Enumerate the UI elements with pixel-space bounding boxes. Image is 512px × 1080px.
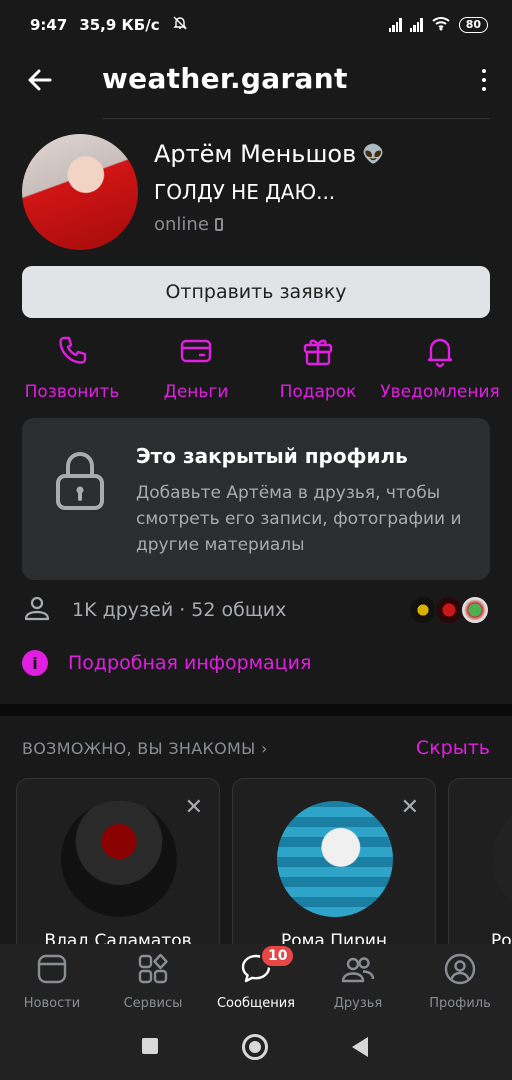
tab-services[interactable]: Сервисы (103, 952, 203, 1011)
info-icon: i (22, 650, 48, 676)
tab-news-label: Новости (23, 996, 81, 1011)
back-icon[interactable] (352, 1037, 368, 1057)
detailed-info-link[interactable]: i Подробная информация (22, 650, 311, 676)
pymk-card[interactable]: ✕ Влад Саламатов (16, 778, 220, 944)
status-bar: 9:47 35,9 КБ/с 80 (0, 0, 512, 50)
avatar[interactable] (22, 134, 138, 250)
bottom-tab-bar: Новости Сервисы Сообщения 10 Друзья Проф… (0, 944, 512, 1020)
money-icon (179, 334, 213, 372)
services-icon (136, 952, 170, 990)
lock-icon (54, 448, 106, 512)
section-divider (0, 704, 512, 716)
more-vertical-icon[interactable] (478, 64, 490, 96)
status-time: 9:47 (30, 16, 68, 34)
mutual-friends-avatars[interactable] (408, 595, 490, 625)
private-profile-card: Это закрытый профиль Добавьте Артёма в д… (22, 418, 490, 580)
gift-label: Подарок (279, 382, 357, 402)
pymk-card-name: Ро (491, 931, 512, 944)
arrow-left-icon[interactable] (24, 64, 56, 96)
private-profile-title: Это закрытый профиль (136, 444, 408, 468)
profile-icon (443, 952, 477, 990)
tab-news[interactable]: Новости (2, 952, 102, 1011)
wifi-icon (431, 15, 451, 35)
notifications-label: Уведомления (380, 382, 500, 402)
gift-button[interactable]: Подарок (268, 334, 368, 402)
pymk-header: ВОЗМОЖНО, ВЫ ЗНАКОМЫ › Скрыть (22, 736, 490, 760)
friends-row[interactable]: 1K друзей · 52 общих (22, 594, 490, 626)
private-profile-text: Добавьте Артёма в друзья, чтобы смотреть… (136, 483, 462, 555)
avatar (277, 801, 393, 917)
tab-profile[interactable]: Профиль (410, 952, 510, 1011)
profile-actions: Позвонить Деньги Подарок Уведомления (0, 334, 512, 406)
mobile-icon (214, 218, 223, 231)
battery-icon: 80 (458, 17, 488, 33)
header-divider (102, 118, 490, 119)
pymk-cards: ✕ Влад Саламатов ✕ Рома Пирин Ро (0, 778, 512, 944)
friends-icon (341, 952, 375, 990)
tab-messages-label: Сообщения (216, 996, 295, 1011)
status-speed: 35,9 КБ/с (79, 16, 160, 34)
hide-button[interactable]: Скрыть (416, 737, 490, 759)
mute-icon (172, 15, 188, 35)
chevron-right-icon: › (260, 738, 268, 758)
money-label: Деньги (163, 382, 229, 402)
unread-badge: 10 (260, 944, 296, 968)
profile-name: Артём Меньшов 👽 (154, 140, 385, 168)
close-icon[interactable]: ✕ (401, 795, 419, 820)
pymk-card[interactable]: ✕ Рома Пирин (232, 778, 436, 944)
friends-count: 1K друзей · 52 общих (72, 599, 287, 621)
tab-profile-label: Профиль (429, 996, 491, 1011)
page-title: weather.garant (102, 62, 348, 95)
tab-services-label: Сервисы (123, 996, 183, 1011)
recents-icon[interactable] (142, 1038, 158, 1054)
signal-icon (409, 18, 423, 32)
gift-icon (301, 334, 335, 372)
alien-icon: 👽 (362, 143, 385, 165)
online-status: online (154, 214, 223, 235)
close-icon[interactable]: ✕ (185, 795, 203, 820)
detailed-info-label: Подробная информация (68, 652, 312, 674)
call-button[interactable]: Позвонить (22, 334, 122, 402)
profile-status: ГОЛДУ НЕ ДАЮ... (154, 180, 336, 204)
pymk-title[interactable]: ВОЗМОЖНО, ВЫ ЗНАКОМЫ › (22, 739, 268, 758)
tab-friends[interactable]: Друзья (308, 952, 408, 1011)
system-nav-bar (0, 1020, 512, 1080)
online-text: online (154, 214, 209, 235)
notifications-button[interactable]: Уведомления (380, 334, 500, 402)
phone-icon (55, 334, 89, 372)
avatar (61, 801, 177, 917)
send-request-button[interactable]: Отправить заявку (22, 266, 490, 318)
pymk-card-name: Влад Саламатов (44, 931, 192, 944)
avatar (460, 595, 490, 625)
bell-icon (423, 334, 457, 372)
home-icon[interactable] (242, 1034, 268, 1060)
pymk-card[interactable]: Ро (448, 778, 512, 944)
avatar (493, 801, 512, 917)
signal-icon (388, 18, 402, 32)
profile-name-text: Артём Меньшов (154, 140, 357, 168)
pymk-title-text: ВОЗМОЖНО, ВЫ ЗНАКОМЫ (22, 738, 256, 758)
news-icon (35, 952, 69, 990)
person-icon (22, 593, 52, 627)
top-bar: weather.garant (0, 50, 512, 112)
money-button[interactable]: Деньги (146, 334, 246, 402)
call-label: Позвонить (24, 382, 120, 402)
pymk-card-name: Рома Пирин (280, 931, 388, 944)
tab-friends-label: Друзья (333, 996, 383, 1011)
